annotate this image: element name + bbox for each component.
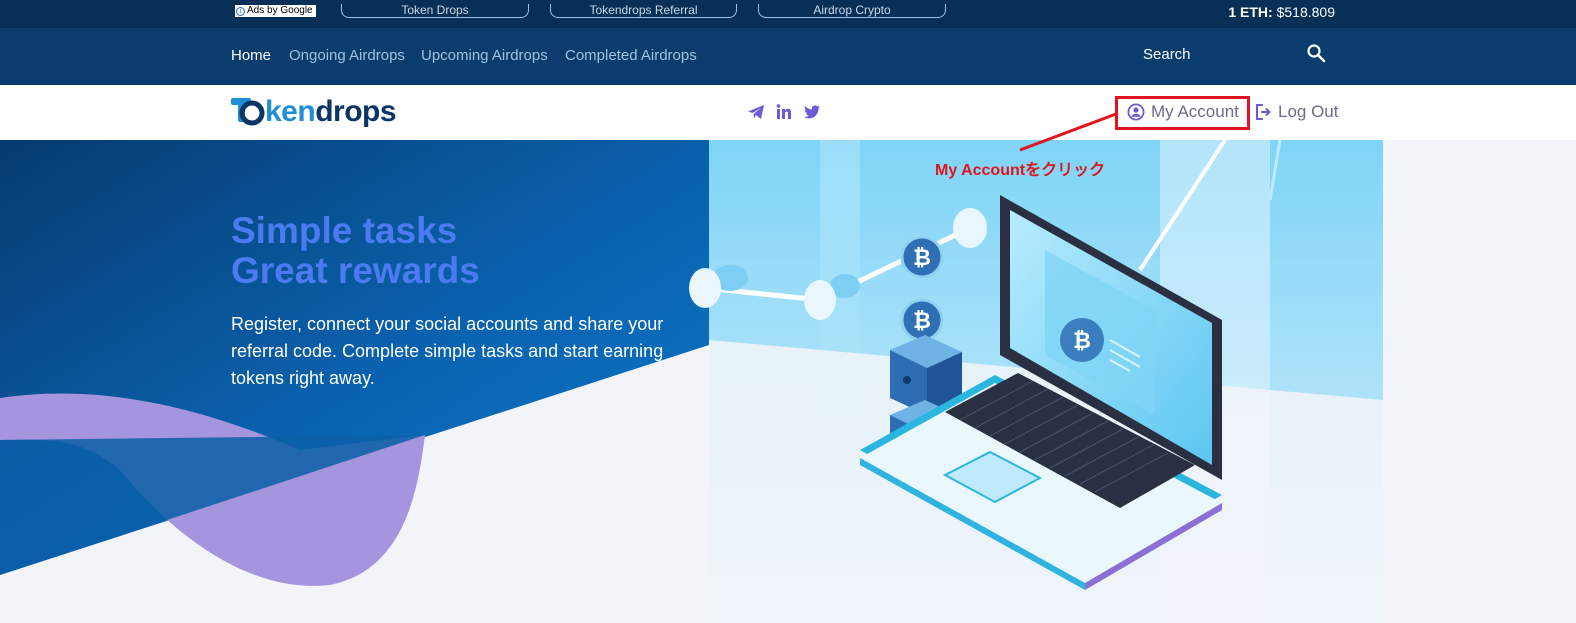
eth-label: 1 ETH: [1228,4,1273,20]
info-icon: i [236,6,245,16]
ad-bar: i Ads by Google Token Drops Tokendrops R… [0,0,1576,28]
highlight-box [1115,96,1250,130]
ads-by-label: Ads by Google [247,5,313,16]
eth-value: $518.809 [1276,4,1335,20]
search-input[interactable]: Search [1143,46,1191,64]
log-out-link[interactable]: Log Out [1254,102,1339,122]
nav-home[interactable]: Home [231,47,271,65]
svg-text:₿: ₿ [913,309,931,334]
hero-section: ₿ ₿ ₿ Simple tasks Great rewards Registe… [0,140,1576,623]
log-out-icon [1256,104,1271,120]
hero-title: Simple tasks Great rewards [231,211,480,291]
search-icon[interactable] [1306,43,1326,63]
ad-link-airdrop-crypto[interactable]: Airdrop Crypto [758,4,946,18]
main-nav: Home Ongoing Airdrops Upcoming Airdrops … [0,28,1576,85]
linkedin-icon[interactable] [775,103,793,121]
hero-title-line1: Simple tasks [231,210,458,251]
brand-bar: kendrops My Account Log Out [0,85,1576,140]
logo-mark-icon [231,98,265,126]
nav-completed-airdrops[interactable]: Completed Airdrops [565,47,697,65]
ad-link-tokendrops-referral[interactable]: Tokendrops Referral [550,4,737,18]
svg-text:₿: ₿ [1073,329,1091,354]
svg-text:₿: ₿ [913,246,931,271]
nav-upcoming-airdrops[interactable]: Upcoming Airdrops [421,47,548,65]
tokendrops-logo[interactable]: kendrops [231,94,397,130]
logo-text-drops: drops [315,95,397,128]
eth-price: 1 ETH: $518.809 [1228,4,1335,20]
ads-by-google[interactable]: i Ads by Google [235,5,316,17]
log-out-label: Log Out [1278,102,1339,121]
twitter-icon[interactable] [803,103,821,121]
hero-description: Register, connect your social accounts a… [231,314,664,388]
annotation-text: My Accountをクリック [935,162,1106,179]
logo-text-ken: ken [265,95,316,128]
ad-link-token-drops[interactable]: Token Drops [341,4,529,18]
telegram-icon[interactable] [747,103,765,121]
nav-ongoing-airdrops[interactable]: Ongoing Airdrops [289,47,405,65]
hero-title-line2: Great rewards [231,250,480,291]
